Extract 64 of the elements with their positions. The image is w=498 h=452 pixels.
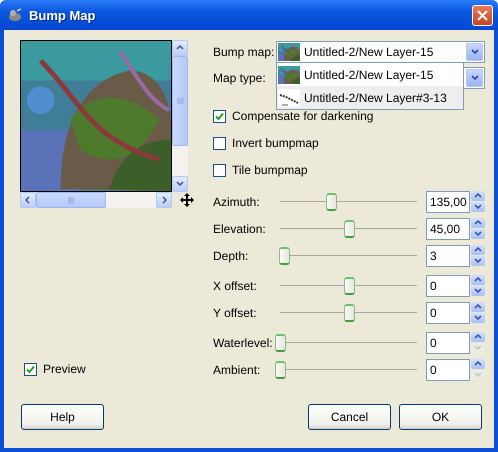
app-icon: [7, 8, 23, 22]
close-icon: [477, 10, 488, 20]
increment-button[interactable]: [471, 191, 485, 201]
dropdown-option[interactable]: Untitled-2/New Layer#3-13: [277, 86, 463, 109]
checkmark-icon: [215, 112, 224, 120]
number-field[interactable]: 0: [426, 332, 470, 354]
slider-label: X offset:: [213, 278, 258, 292]
slider-label: Y offset:: [213, 306, 258, 320]
checkbox-label: Invert bumpmap: [232, 136, 319, 150]
checkbox[interactable]: [213, 164, 226, 176]
decrement-button[interactable]: [471, 229, 485, 239]
scrollbar-thumb[interactable]: [172, 56, 188, 146]
slider-label: Ambient:: [213, 362, 262, 376]
decrement-button[interactable]: [471, 202, 485, 212]
slider-label: Waterlevel:: [213, 336, 274, 350]
number-field[interactable]: 3: [426, 244, 470, 266]
window-title: Bump Map: [29, 8, 96, 22]
field-label: Bump map:: [213, 45, 276, 59]
decrement-button[interactable]: [471, 286, 485, 296]
scrollbar-thumb[interactable]: [36, 192, 106, 208]
checkbox-label: Tile bumpmap: [232, 163, 308, 177]
slider-thumb[interactable]: [344, 220, 354, 238]
increment-button[interactable]: [471, 275, 485, 285]
increment-button[interactable]: [471, 245, 485, 255]
checkmark-icon: [26, 364, 35, 374]
slider-label: Elevation:: [213, 222, 267, 236]
checkbox[interactable]: [213, 136, 226, 150]
preview-checkbox[interactable]: [24, 362, 37, 376]
dropdown-arrow-button[interactable]: [466, 69, 483, 87]
field-label: Map type:: [213, 71, 267, 85]
dialog-button[interactable]: Help: [21, 404, 104, 430]
number-field[interactable]: 45,00: [426, 218, 470, 240]
slider-thumb[interactable]: [326, 192, 337, 210]
bump-map-dropdown[interactable]: Untitled-2/New Layer-15: [276, 41, 485, 63]
increment-button[interactable]: [471, 302, 485, 312]
increment-button[interactable]: [471, 332, 485, 342]
grip-icon: [176, 98, 184, 104]
number-field[interactable]: 0: [426, 302, 470, 324]
close-button[interactable]: [472, 4, 493, 26]
checkbox[interactable]: [213, 110, 226, 122]
number-field[interactable]: 0: [426, 358, 470, 380]
decrement-button[interactable]: [471, 256, 485, 266]
number-field[interactable]: 135,00: [426, 190, 470, 212]
dialog-button[interactable]: OK: [399, 404, 482, 430]
dropdown-option[interactable]: Untitled-2/New Layer-15: [277, 63, 463, 86]
dialog-button[interactable]: Cancel: [308, 404, 391, 430]
slider-thumb[interactable]: [279, 246, 290, 264]
grip-icon: [68, 196, 74, 204]
decrement-button[interactable]: [471, 313, 485, 323]
number-field[interactable]: 0: [426, 274, 470, 296]
dropdown-arrow-button[interactable]: [466, 43, 483, 61]
slider-thumb[interactable]: [344, 276, 354, 294]
slider-thumb[interactable]: [344, 304, 354, 322]
checkbox-label: Preview: [43, 362, 86, 376]
checkbox-label: Compensate for darkening: [232, 109, 374, 123]
move-icon[interactable]: [180, 193, 194, 207]
slider-label: Depth:: [213, 248, 250, 262]
slider-thumb[interactable]: [275, 360, 286, 378]
vertical-scrollbar[interactable]: [172, 40, 188, 192]
slider-thumb[interactable]: [275, 334, 286, 352]
slider-label: Azimuth:: [213, 194, 261, 208]
horizontal-scrollbar[interactable]: [20, 192, 172, 208]
increment-button[interactable]: [471, 359, 485, 369]
increment-button[interactable]: [471, 218, 485, 228]
